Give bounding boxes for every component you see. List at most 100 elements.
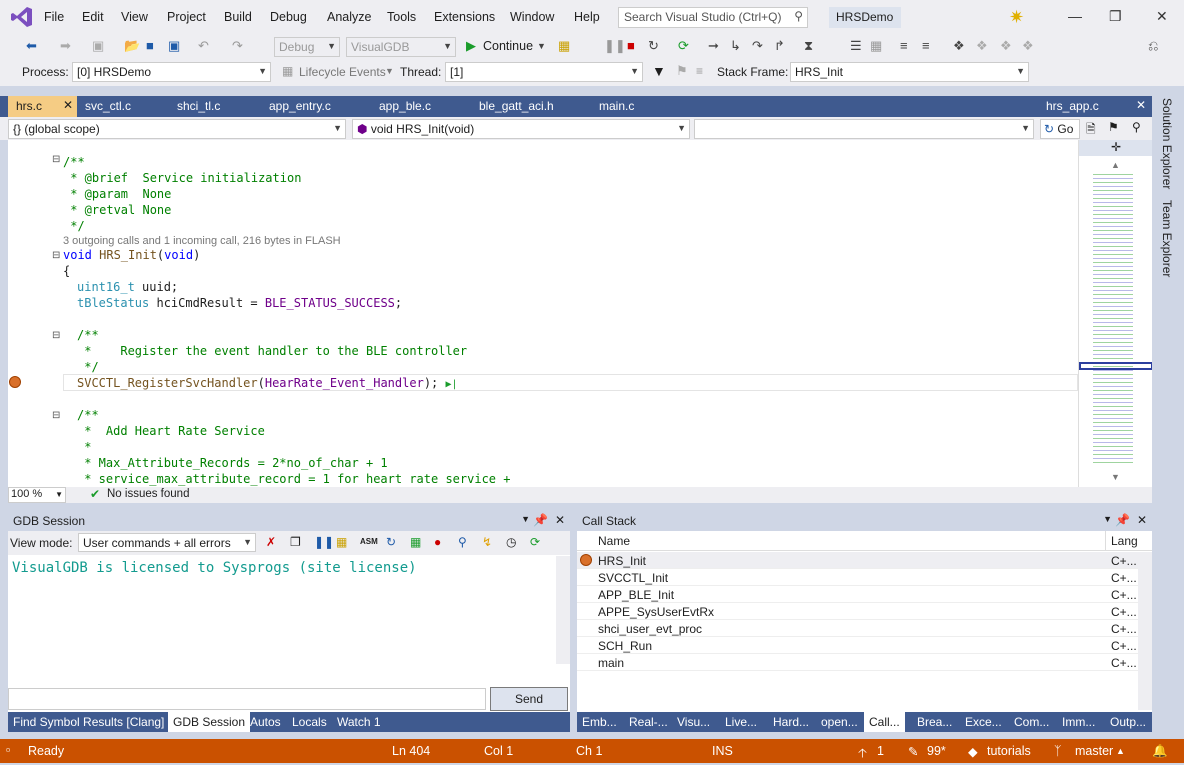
tab-app-entry-c[interactable]: app_entry.c	[261, 96, 371, 117]
asm-icon[interactable]: ASM	[360, 537, 378, 546]
call-stack-row[interactable]: SCH_Run C+...	[577, 637, 1147, 654]
process-icon[interactable]: ▦	[558, 38, 570, 54]
menu-view[interactable]: View	[121, 10, 148, 24]
scrollbar[interactable]	[556, 556, 570, 664]
step-into-icon[interactable]: ↳	[730, 38, 741, 54]
close-icon[interactable]: ✕	[555, 513, 565, 527]
tab-hrs-app-c[interactable]: hrs_app.c ✕	[1038, 96, 1152, 117]
back-icon[interactable]: ⬅	[26, 38, 37, 54]
tab-main-c[interactable]: main.c	[591, 96, 677, 117]
copy-icon[interactable]: ❐	[290, 535, 301, 549]
status-char[interactable]: Ch 1	[576, 744, 602, 758]
clear-bookmarks-icon[interactable]: ❖	[1022, 38, 1034, 54]
menu-analyze[interactable]: Analyze	[327, 10, 371, 24]
send-button[interactable]: Send	[490, 687, 568, 711]
chevron-down-icon[interactable]: ▼	[521, 514, 530, 524]
pin-icon[interactable]: 📌	[1115, 513, 1130, 527]
threads-icon[interactable]: ☰	[850, 38, 862, 54]
run-to-click-icon[interactable]: ▶|	[446, 379, 458, 390]
collapse-icon[interactable]: ⊟	[52, 410, 60, 421]
platform-dropdown[interactable]: VisualGDB ▼	[346, 37, 456, 57]
menu-edit[interactable]: Edit	[82, 10, 104, 24]
lightning-icon[interactable]: ↯	[482, 535, 492, 549]
uncomment-icon[interactable]: ≡	[922, 38, 930, 53]
continue-button[interactable]: Continue	[483, 39, 533, 53]
record-icon[interactable]: ●	[434, 535, 441, 549]
save-all-icon[interactable]: ▣	[168, 38, 180, 54]
column-divider[interactable]	[1105, 531, 1106, 551]
breakpoint-arrow-icon[interactable]	[9, 376, 21, 388]
tab-hrs-c[interactable]: hrs.c ✕	[8, 96, 77, 117]
minimize-button[interactable]: —	[1068, 8, 1082, 24]
split-icon[interactable]: ✛	[1079, 140, 1153, 156]
stack-frame-dropdown[interactable]: HRS_Init ▼	[790, 62, 1029, 82]
collapse-icon[interactable]: ⊟	[52, 250, 60, 261]
status-ins[interactable]: INS	[712, 744, 733, 758]
column-lang[interactable]: Lang	[1111, 534, 1138, 548]
tab-command[interactable]: Com...	[1009, 712, 1054, 732]
call-stack-row[interactable]: APPE_SysUserEvtRx C+...	[577, 603, 1147, 620]
filter-icon[interactable]: ▼	[652, 63, 666, 79]
close-icon[interactable]: ✕	[63, 98, 73, 112]
folder-icon[interactable]: ▦	[336, 535, 347, 549]
maximize-button[interactable]: ❐	[1109, 8, 1122, 25]
tab-breakpoints[interactable]: Brea...	[912, 712, 957, 732]
tab-immediate[interactable]: Imm...	[1057, 712, 1100, 732]
call-stack-row[interactable]: shci_user_evt_proc C+...	[577, 620, 1147, 637]
menu-file[interactable]: File	[44, 10, 64, 24]
tab-output[interactable]: Outp...	[1105, 712, 1151, 732]
document-icon[interactable]: 🗎	[1086, 120, 1096, 141]
scroll-down-icon[interactable]: ▼	[1111, 472, 1120, 482]
next-bookmark-icon[interactable]: ❖	[1000, 38, 1012, 54]
issues-status[interactable]: No issues found	[107, 488, 189, 500]
close-icon[interactable]: ✕	[1136, 98, 1146, 112]
search-icon[interactable]: ⚲	[458, 535, 467, 549]
close-button[interactable]: ✕	[1156, 8, 1168, 25]
flag-icon[interactable]: ⚑	[676, 63, 688, 79]
search-input[interactable]: Search Visual Studio (Ctrl+Q) ⚲	[618, 7, 808, 28]
scrollbar[interactable]	[1138, 552, 1152, 710]
scroll-up-icon[interactable]: ▲	[1111, 160, 1120, 170]
status-branch[interactable]: master	[1075, 744, 1113, 758]
menu-extensions[interactable]: Extensions	[434, 10, 495, 24]
stop-icon[interactable]: ■	[627, 38, 635, 53]
call-stack-row[interactable]: HRS_Init C+...	[577, 552, 1147, 569]
menu-project[interactable]: Project	[167, 10, 206, 24]
sync-icon[interactable]: ↻	[386, 535, 396, 549]
tab-realtime[interactable]: Real-...	[624, 712, 673, 732]
new-project-icon[interactable]: ▣	[92, 38, 104, 54]
tag-icon[interactable]: ⚑	[1108, 120, 1119, 134]
status-line[interactable]: Ln 404	[392, 744, 430, 758]
feedback-icon[interactable]: ✷	[1009, 7, 1024, 28]
process-dropdown[interactable]: [0] HRSDemo ▼	[72, 62, 271, 82]
configuration-dropdown[interactable]: Debug ▼	[274, 37, 340, 57]
tab-watch-1[interactable]: Watch 1	[332, 712, 386, 732]
continue-icon[interactable]: ▶	[466, 38, 476, 54]
thread-dropdown[interactable]: [1] ▼	[445, 62, 643, 82]
view-mode-dropdown[interactable]: User commands + all errors ▼	[78, 533, 256, 552]
memory-icon[interactable]: ▦	[410, 535, 421, 549]
tab-svc-ctl-c[interactable]: svc_ctl.c	[77, 96, 169, 117]
pause-icon[interactable]: ❚❚	[314, 535, 334, 549]
menu-window[interactable]: Window	[510, 10, 554, 24]
undo-icon[interactable]: ↶	[198, 38, 209, 54]
tab-ble-gatt-aci-h[interactable]: ble_gatt_aci.h	[471, 96, 591, 117]
tab-open[interactable]: open...	[816, 712, 863, 732]
open-file-icon[interactable]: 📂	[124, 38, 140, 54]
pin-icon[interactable]: 📌	[533, 513, 548, 527]
tab-locals[interactable]: Locals	[287, 712, 332, 732]
tab-app-ble-c[interactable]: app_ble.c	[371, 96, 471, 117]
function-dropdown[interactable]: ⬢ void HRS_Init(void) ▼	[352, 119, 690, 139]
hex-display-icon[interactable]: ⧗	[804, 38, 813, 54]
call-stack-row[interactable]: APP_BLE_Init C+...	[577, 586, 1147, 603]
code-editor[interactable]: ⊟ /** * @brief Service initialization * …	[8, 140, 1078, 487]
tab-embedded[interactable]: Emb...	[577, 712, 622, 732]
menu-help[interactable]: Help	[574, 10, 600, 24]
codelens-hint[interactable]: 3 outgoing calls and 1 incoming call, 21…	[63, 235, 341, 247]
tab-live[interactable]: Live...	[720, 712, 762, 732]
continue-dropdown-icon[interactable]: ▼	[537, 41, 546, 51]
tab-visual[interactable]: Visu...	[672, 712, 715, 732]
collapse-icon[interactable]: ⊟	[52, 330, 60, 341]
show-next-statement-icon[interactable]: ➞	[708, 38, 719, 54]
step-out-icon[interactable]: ↱	[774, 38, 785, 54]
